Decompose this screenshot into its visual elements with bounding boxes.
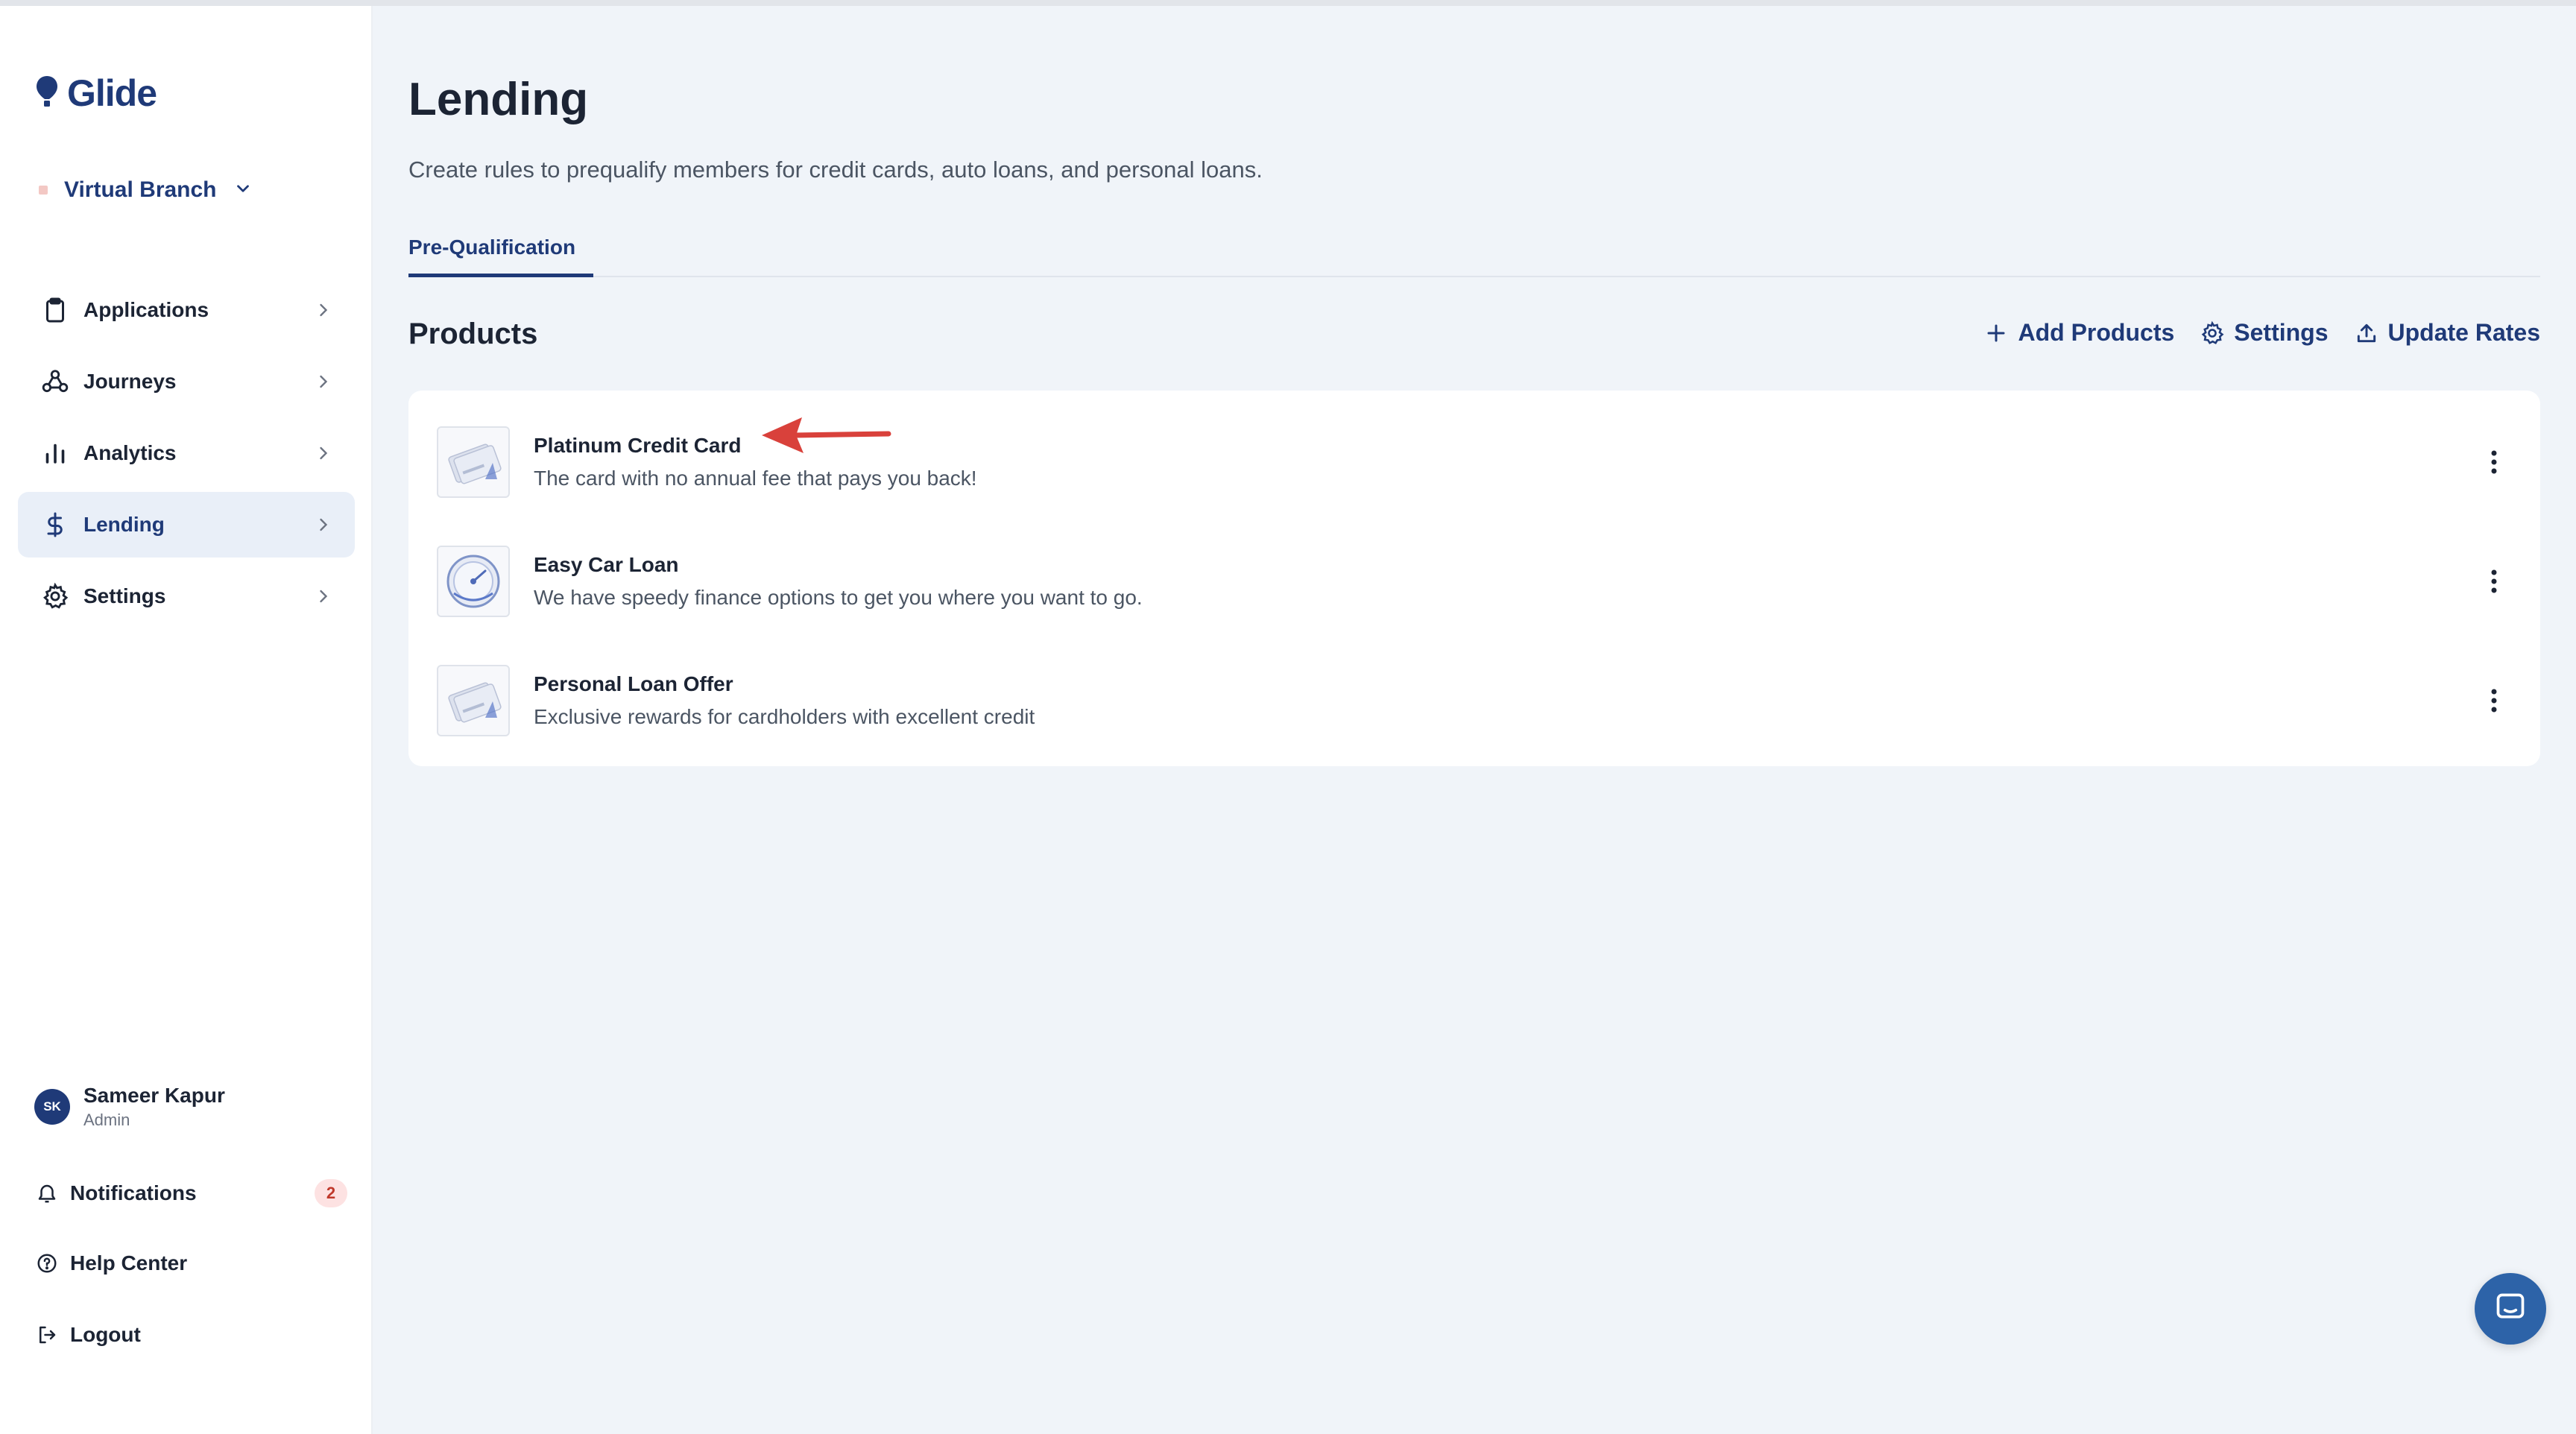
settings-label: Settings [2234, 319, 2329, 346]
brand-name: Glide [67, 72, 157, 114]
notifications-link[interactable]: Notifications 2 [34, 1179, 347, 1207]
sidebar-item-settings[interactable]: Settings [18, 563, 355, 629]
avatar: SK [34, 1089, 70, 1125]
user-info: Sameer Kapur Admin [83, 1084, 225, 1130]
sidebar-item-label: Settings [83, 584, 166, 607]
sidebar-item-label: Applications [83, 298, 209, 321]
chat-icon [2494, 1291, 2527, 1327]
products-actions: Add Products Settings Update Rates [1983, 319, 2540, 347]
chevron-right-icon [313, 443, 334, 464]
tab-bar: Pre-Qualification [408, 228, 2540, 277]
chevron-down-icon [233, 179, 253, 202]
more-options-icon[interactable] [2479, 440, 2509, 484]
upload-icon [2354, 320, 2379, 346]
product-description: Exclusive rewards for cardholders with e… [534, 705, 1035, 728]
user-name: Sameer Kapur [83, 1084, 225, 1107]
sidebar: Glide Virtual Branch Applications Journe… [0, 6, 373, 1434]
help-center-label: Help Center [70, 1251, 188, 1275]
gear-icon [40, 581, 70, 611]
sidebar-item-analytics[interactable]: Analytics [18, 420, 355, 486]
logout-label: Logout [70, 1323, 141, 1346]
bell-icon [34, 1181, 60, 1206]
annotation-arrow-icon [762, 417, 891, 453]
products-section-title: Products [408, 318, 538, 350]
sidebar-item-label: Lending [83, 513, 165, 536]
balloon-logo-icon [34, 75, 60, 113]
sidebar-item-label: Analytics [83, 441, 177, 464]
more-options-icon[interactable] [2479, 559, 2509, 604]
speedometer-thumbnail [437, 546, 510, 617]
update-rates-button[interactable]: Update Rates [2354, 319, 2541, 347]
page-subtitle: Create rules to prequalify members for c… [408, 157, 1263, 183]
credit-card-thumbnail [437, 665, 510, 736]
window-top-border [0, 0, 2576, 6]
settings-button[interactable]: Settings [2200, 319, 2329, 347]
notifications-label: Notifications [70, 1181, 197, 1204]
gear-icon [2200, 320, 2225, 346]
product-row[interactable]: Platinum Credit Card The card with no an… [437, 425, 2509, 499]
product-row[interactable]: Easy Car Loan We have speedy finance opt… [437, 544, 2509, 619]
chevron-right-icon [313, 300, 334, 320]
dollar-icon [40, 510, 70, 540]
update-rates-label: Update Rates [2387, 319, 2541, 346]
sidebar-nav: Applications Journeys Analytics Lending [18, 277, 355, 635]
add-products-label: Add Products [2018, 319, 2175, 346]
chevron-right-icon [313, 514, 334, 535]
product-description: The card with no annual fee that pays yo… [534, 467, 977, 490]
sidebar-item-lending[interactable]: Lending [18, 492, 355, 558]
product-text: Easy Car Loan We have speedy finance opt… [534, 553, 2479, 610]
product-row[interactable]: Personal Loan Offer Exclusive rewards fo… [437, 663, 2509, 738]
sidebar-item-label: Journeys [83, 370, 177, 393]
help-center-link[interactable]: Help Center [34, 1251, 347, 1276]
credit-card-thumbnail [437, 426, 510, 498]
bar-chart-icon [40, 438, 70, 468]
help-circle-icon [34, 1251, 60, 1276]
product-text: Personal Loan Offer Exclusive rewards fo… [534, 672, 2479, 729]
chevron-right-icon [313, 371, 334, 392]
add-products-button[interactable]: Add Products [1983, 319, 2174, 347]
logout-link[interactable]: Logout [34, 1322, 347, 1348]
products-list: Platinum Credit Card The card with no an… [408, 391, 2540, 766]
branch-selector[interactable]: Virtual Branch [39, 177, 253, 203]
sidebar-item-applications[interactable]: Applications [18, 277, 355, 343]
logo[interactable]: Glide [34, 72, 157, 115]
clipboard-icon [40, 295, 70, 325]
tab-pre-qualification[interactable]: Pre-Qualification [408, 236, 594, 277]
chat-launcher-button[interactable] [2475, 1273, 2546, 1345]
chevron-right-icon [313, 586, 334, 607]
branch-color-dot [39, 186, 48, 195]
page-title: Lending [408, 74, 589, 125]
logout-icon [34, 1322, 60, 1348]
user-profile[interactable]: SK Sameer Kapur Admin [34, 1084, 225, 1130]
product-name: Easy Car Loan [534, 553, 679, 576]
product-description: We have speedy finance options to get yo… [534, 586, 1143, 609]
sidebar-item-journeys[interactable]: Journeys [18, 349, 355, 414]
product-name: Personal Loan Offer [534, 672, 733, 695]
notifications-count-badge: 2 [315, 1179, 347, 1207]
journeys-icon [40, 367, 70, 397]
more-options-icon[interactable] [2479, 678, 2509, 723]
plus-icon [1983, 320, 2009, 346]
user-role: Admin [83, 1111, 130, 1129]
branch-label: Virtual Branch [64, 177, 217, 202]
